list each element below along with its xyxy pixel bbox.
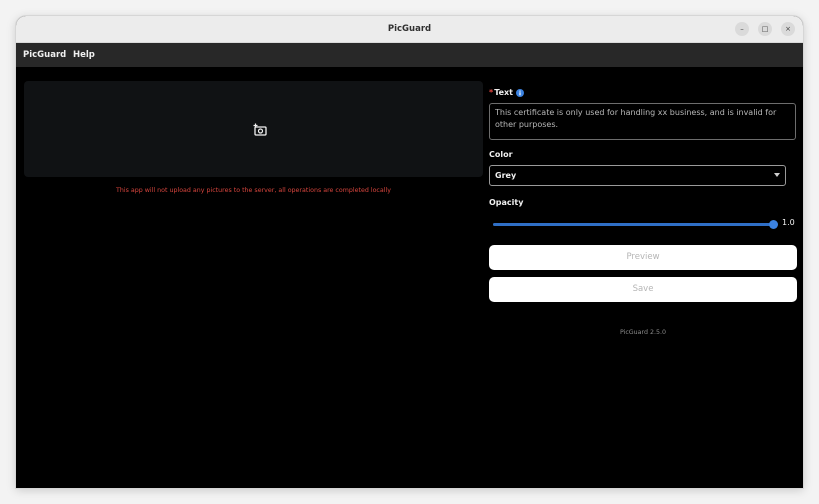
- opacity-slider-thumb[interactable]: [769, 220, 778, 229]
- title-bar: PicGuard – □ ×: [16, 16, 803, 43]
- chevron-down-icon: [774, 173, 780, 177]
- window-title: PicGuard: [387, 24, 432, 34]
- watermark-text-input[interactable]: This certificate is only used for handli…: [489, 103, 796, 140]
- app-window: PicGuard – □ × PicGuard Help This app wi…: [16, 16, 803, 488]
- menu-bar: PicGuard Help: [16, 43, 803, 67]
- opacity-label: Opacity: [489, 198, 524, 207]
- color-select-value: Grey: [495, 171, 517, 180]
- info-icon[interactable]: [516, 89, 524, 97]
- text-label-text: Text: [494, 88, 513, 97]
- opacity-slider[interactable]: [493, 220, 778, 229]
- maximize-button[interactable]: □: [758, 22, 772, 36]
- local-processing-notice: This app will not upload any pictures to…: [116, 187, 391, 194]
- opacity-slider-fill: [493, 223, 773, 226]
- save-button[interactable]: Save: [489, 277, 797, 302]
- color-select[interactable]: Grey: [489, 165, 786, 186]
- version-label: PicGuard 2.5.0: [619, 329, 667, 336]
- image-drop-zone[interactable]: [24, 81, 483, 177]
- text-label: *Text: [489, 88, 524, 97]
- minimize-button[interactable]: –: [735, 22, 749, 36]
- main-content: This app will not upload any pictures to…: [16, 67, 803, 488]
- menu-picguard[interactable]: PicGuard: [23, 43, 66, 67]
- menu-help[interactable]: Help: [73, 43, 95, 67]
- close-button[interactable]: ×: [781, 22, 795, 36]
- required-mark: *: [489, 88, 494, 97]
- add-photo-icon[interactable]: [253, 123, 267, 137]
- color-label: Color: [489, 150, 513, 159]
- preview-button[interactable]: Preview: [489, 245, 797, 270]
- opacity-value: 1.0: [782, 218, 795, 227]
